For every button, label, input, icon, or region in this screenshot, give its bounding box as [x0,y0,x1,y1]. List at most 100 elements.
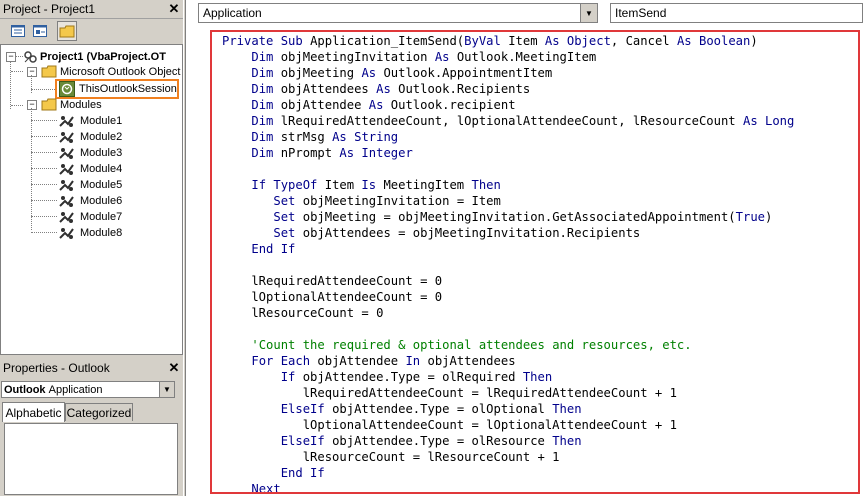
tree-item-module[interactable]: Module5 [59,177,122,192]
code-keyword: Dim [251,66,281,80]
code-line[interactable] [222,257,794,273]
tree-item-project1[interactable]: Project1 (VbaProject.OT [23,49,166,64]
code-keyword: Private Sub [222,34,311,48]
code-line[interactable] [222,161,794,177]
tree-item-outlook-objects-label: Microsoft Outlook Object [60,65,181,78]
code-token: ) [750,34,758,48]
tree-item-module[interactable]: Module2 [59,129,122,144]
code-line[interactable] [222,321,794,337]
code-line[interactable]: lRequiredAttendeeCount = 0 [222,273,794,289]
collapse-outlook-objects-toggle[interactable]: − [27,67,37,77]
tree-item-module-label: Module5 [80,178,123,191]
code-line[interactable]: Dim objAttendee As Outlook.recipient [222,97,794,113]
tab-alphabetic[interactable]: Alphabetic [2,402,65,422]
code-line[interactable]: lOptionalAttendeeCount = 0 [222,289,794,305]
tree-item-module[interactable]: Module4 [59,161,122,176]
code-token: strMsg [280,130,333,144]
tab-categorized[interactable]: Categorized [65,403,133,421]
code-keyword: As [368,98,391,112]
code-keyword: As [434,50,457,64]
code-keyword: Dim [251,130,281,144]
code-line[interactable]: For Each objAttendee In objAttendees [222,353,794,369]
code-line[interactable]: Private Sub Application_ItemSend(ByVal I… [222,33,794,49]
code-keyword: If TypeOf [251,178,325,192]
module-icon [59,227,74,239]
code-line[interactable]: lResourceCount = lResourceCount + 1 [222,449,794,465]
code-area[interactable]: Private Sub Application_ItemSend(ByVal I… [210,30,860,494]
code-keyword: In [405,354,428,368]
tree-item-module-label: Module2 [80,130,123,143]
toggle-folders-button[interactable] [57,21,77,41]
code-keyword: True [735,210,766,224]
code-line[interactable]: 'Count the required & optional attendees… [222,337,794,353]
collapse-project-toggle[interactable]: − [6,52,16,62]
code-keyword: If [280,370,303,384]
code-line[interactable]: Dim strMsg As String [222,129,794,145]
code-token: objAttendees [280,82,377,96]
collapse-modules-toggle[interactable]: − [27,100,37,110]
code-line[interactable]: lResourceCount = 0 [222,305,794,321]
close-project-explorer-button[interactable]: ✕ [167,2,181,16]
chevron-down-icon[interactable]: ▼ [580,4,597,22]
code-line[interactable]: If TypeOf Item Is MeetingItem Then [222,177,794,193]
code-keyword: Next [251,482,281,494]
tree-item-module[interactable]: Module3 [59,145,122,160]
code-keyword: Set [273,210,303,224]
code-keyword: As Boolean [676,34,751,48]
code-line[interactable]: Dim objAttendees As Outlook.Recipients [222,81,794,97]
properties-object-select[interactable]: Outlook Application ▼ [1,381,175,398]
project-explorer-titlebar: Project - Project1 ✕ [0,0,183,19]
code-line[interactable]: Dim nPrompt As Integer [222,145,794,161]
folder-icon [41,65,57,78]
view-object-button[interactable] [30,21,50,41]
code-line[interactable]: lRequiredAttendeeCount = lRequiredAttend… [222,385,794,401]
module-icon [59,195,74,207]
tree-item-module[interactable]: Module7 [59,209,122,224]
tree-item-module[interactable]: Module6 [59,193,122,208]
code-line[interactable]: lOptionalAttendeeCount = lOptionalAttend… [222,417,794,433]
code-line[interactable]: End If [222,465,794,481]
code-text[interactable]: Private Sub Application_ItemSend(ByVal I… [222,33,794,494]
tree-item-module[interactable]: Module8 [59,225,122,240]
procedure-combo[interactable]: ItemSend [610,3,863,23]
code-line[interactable]: Next [222,481,794,494]
code-line[interactable]: If objAttendee.Type = olRequired Then [222,369,794,385]
code-line[interactable]: Set objAttendees = objMeetingInvitation.… [222,225,794,241]
tree-item-outlook-objects[interactable]: Microsoft Outlook Object [41,64,180,79]
chevron-down-icon[interactable]: ▼ [159,382,174,397]
folder-icon [41,98,57,111]
code-line[interactable]: End If [222,241,794,257]
code-token: objAttendee [317,354,406,368]
code-token: lOptionalAttendeeCount = lOptionalAttend… [222,418,677,432]
code-keyword: Set [273,226,303,240]
view-code-button[interactable] [8,21,28,41]
code-keyword: Dim [251,98,281,112]
code-token: lRequiredAttendeeCount = 0 [222,274,443,288]
code-token: lOptionalAttendeeCount = 0 [222,290,443,304]
tree-item-modules[interactable]: Modules [41,97,102,112]
view-code-icon [11,25,25,37]
code-line[interactable]: ElseIf objAttendee.Type = olOptional The… [222,401,794,417]
code-token: Application_ItemSend( [310,34,465,48]
folder-icon [59,25,75,37]
code-line[interactable]: ElseIf objAttendee.Type = olResource The… [222,433,794,449]
code-line[interactable]: Dim lRequiredAttendeeCount, lOptionalAtt… [222,113,794,129]
object-combo[interactable]: Application ▼ [198,3,598,23]
view-object-icon [33,25,47,37]
code-line[interactable]: Set objMeetingInvitation = Item [222,193,794,209]
code-token: Outlook.Recipients [398,82,531,96]
code-line[interactable]: Dim objMeetingInvitation As Outlook.Meet… [222,49,794,65]
properties-grid[interactable] [4,423,178,495]
code-line[interactable]: Set objMeeting = objMeetingInvitation.Ge… [222,209,794,225]
code-line[interactable]: Dim objMeeting As Outlook.AppointmentIte… [222,65,794,81]
object-combo-value: Application [203,6,262,20]
close-properties-button[interactable]: ✕ [167,361,181,375]
tree-item-module[interactable]: Module1 [59,113,122,128]
project-explorer-title: Project - Project1 [3,2,96,16]
properties-object-name: Outlook [4,383,46,396]
code-token: ) [765,210,773,224]
